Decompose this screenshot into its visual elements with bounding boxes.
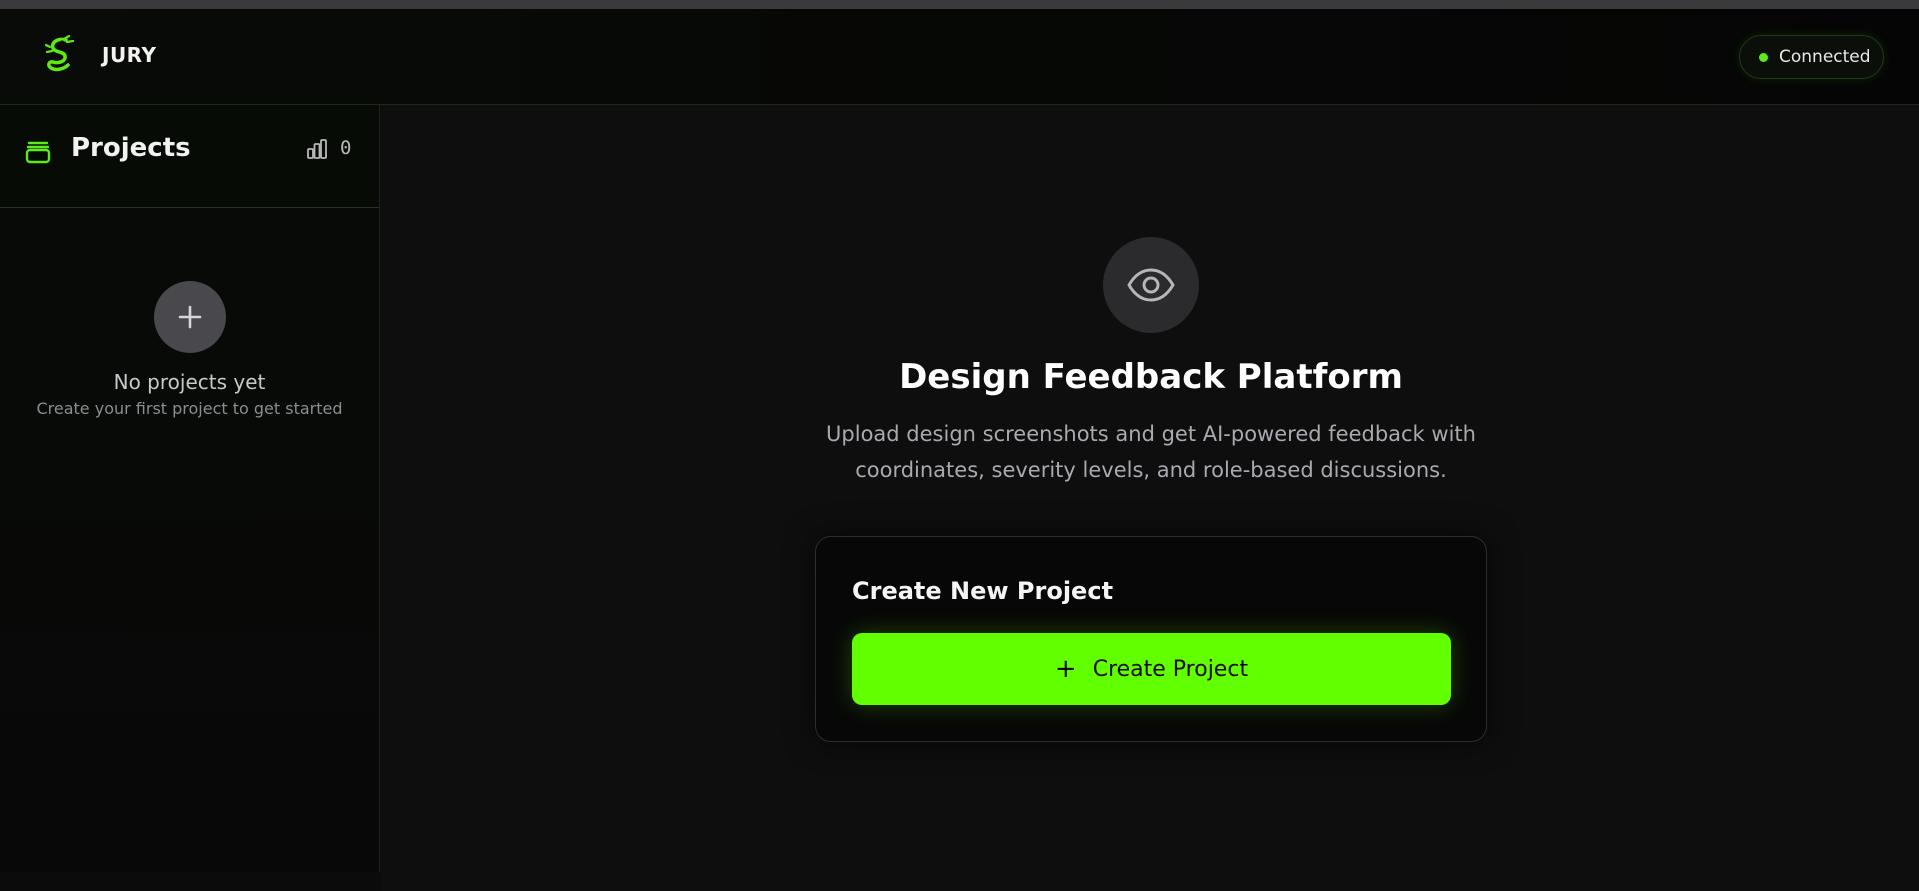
add-project-button[interactable] xyxy=(154,281,226,353)
sidebar-title: Projects xyxy=(71,133,191,163)
brand-name: JURY xyxy=(102,43,157,67)
plus-icon: + xyxy=(1054,654,1077,684)
page-description: Upload design screenshots and get AI-pow… xyxy=(826,422,1476,482)
eye-icon xyxy=(1127,268,1175,302)
empty-state-title: No projects yet xyxy=(113,370,266,394)
plus-icon xyxy=(178,305,202,329)
project-count: 0 xyxy=(340,137,352,159)
create-project-label: Create Project xyxy=(1092,656,1249,682)
card-title: Create New Project xyxy=(852,577,1114,605)
hero-eye-badge xyxy=(1103,237,1199,333)
bottom-edge xyxy=(0,872,381,891)
empty-state-subtitle: Create your first project to get started xyxy=(36,399,343,418)
create-project-card: Create New Project + Create Project xyxy=(815,536,1487,742)
status-dot xyxy=(1759,52,1768,62)
connection-status-badge: Connected xyxy=(1739,35,1884,79)
page-title: Design Feedback Platform xyxy=(899,357,1403,397)
create-project-button[interactable]: + Create Project xyxy=(852,633,1451,705)
app-header: JURY Connected xyxy=(0,9,1919,105)
dragon-icon xyxy=(44,35,75,72)
connection-status-label: Connected xyxy=(1779,47,1871,67)
projects-sidebar: Projects 0 No projects yet Create your f… xyxy=(0,105,380,872)
bar-chart-icon xyxy=(307,139,327,159)
window-top-strip xyxy=(0,0,1919,9)
sidebar-header: Projects 0 xyxy=(0,105,379,208)
folder-icon xyxy=(25,141,51,164)
main-content: Design Feedback Platform Upload design s… xyxy=(381,105,1919,891)
